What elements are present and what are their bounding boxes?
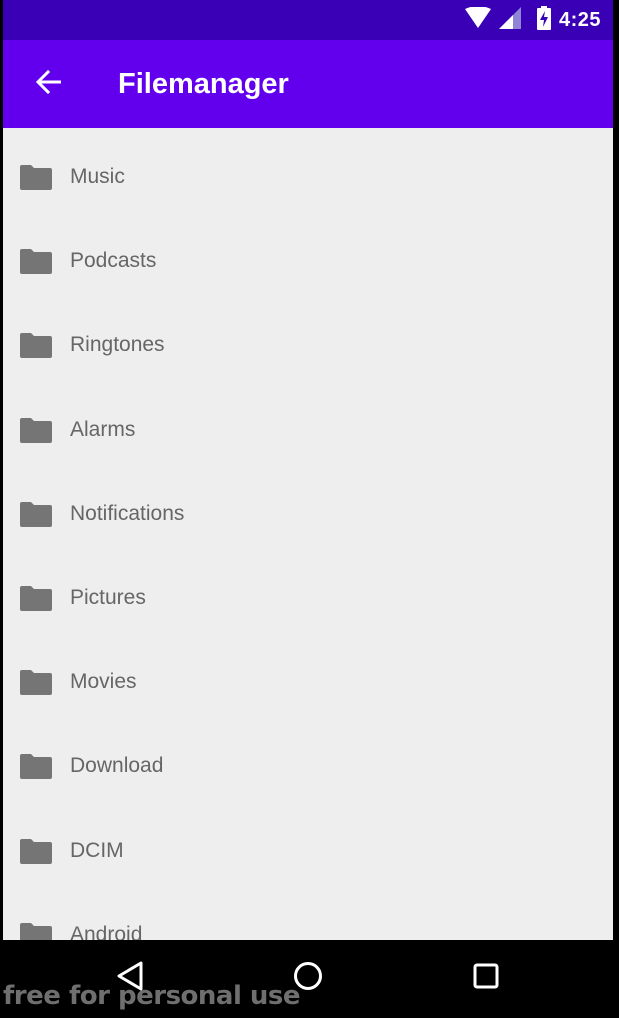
folder-item-dcim[interactable]: DCIM [3, 809, 613, 893]
status-time: 4:25 [558, 8, 601, 31]
folder-label: Alarms [70, 417, 136, 441]
status-icons: 4:25 [464, 5, 601, 35]
folder-label: Download [70, 754, 164, 778]
folder-icon [20, 248, 52, 275]
folder-item-pictures[interactable]: Pictures [3, 556, 613, 640]
status-bar: 4:25 [3, 0, 613, 40]
folder-item-download[interactable]: Download [3, 724, 613, 808]
battery-charging-icon [536, 5, 551, 35]
folder-item-podcasts[interactable]: Podcasts [3, 219, 613, 303]
folder-label: Music [70, 165, 125, 188]
folder-item-movies[interactable]: Movies [3, 640, 613, 724]
wifi-icon [464, 5, 491, 34]
folder-item-alarms[interactable]: Alarms [3, 388, 613, 472]
folder-item-ringtones[interactable]: Ringtones [3, 303, 613, 387]
folder-label: Podcasts [70, 249, 157, 273]
folder-label: DCIM [70, 838, 124, 862]
folder-icon [20, 164, 52, 190]
arrow-back-icon [35, 69, 63, 99]
folder-label: Android [70, 922, 143, 940]
screen: 4:25 Filemanager Music Podcasts Ringtones A… [0, 0, 619, 1018]
folder-icon [20, 922, 52, 940]
folder-label: Notifications [70, 501, 185, 525]
folder-icon [20, 585, 52, 611]
watermark: free for personal use [3, 981, 301, 1011]
back-button[interactable] [27, 62, 71, 106]
folder-label: Movies [70, 670, 137, 694]
folder-icon [20, 753, 52, 780]
folder-item-music[interactable]: Music [3, 135, 613, 219]
folder-icon [20, 501, 52, 527]
folder-item-notifications[interactable]: Notifications [3, 472, 613, 556]
nav-recents-button[interactable] [466, 960, 506, 996]
folder-icon [20, 332, 52, 359]
folder-item-android[interactable]: Android [3, 893, 613, 940]
folder-label: Pictures [70, 585, 146, 609]
cell-signal-icon [498, 6, 521, 34]
app-bar: Filemanager [3, 40, 613, 128]
folder-icon [20, 838, 52, 864]
folder-label: Ringtones [70, 333, 165, 357]
folder-list: Music Podcasts Ringtones Alarms Notification… [3, 135, 613, 940]
recents-square-icon [471, 961, 501, 996]
page-title: Filemanager [118, 68, 289, 100]
folder-list-container[interactable]: Music Podcasts Ringtones Alarms Notification… [3, 128, 613, 940]
folder-icon [20, 669, 52, 696]
folder-icon [20, 417, 52, 443]
